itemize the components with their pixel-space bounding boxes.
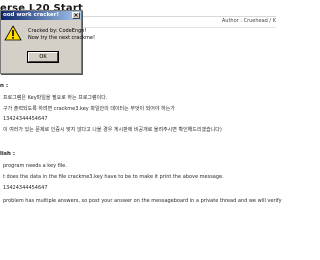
korean-heading: n : xyxy=(0,83,9,89)
author-label: Author : Cruehead / K xyxy=(221,18,276,24)
korean-line-1: 프로그램은 Key파일을 필요로 하는 프로그램이다. xyxy=(3,95,108,101)
english-line-1: program needs a key file. xyxy=(3,163,67,169)
english-heading: lish : xyxy=(0,151,16,157)
dialog-message-line1: Cracked by: CodeEngn! xyxy=(28,28,87,34)
korean-line-2: 구가 출력되도록 하려면 crackme3.key 파일안의 데이터는 무엇이 … xyxy=(3,106,175,112)
message-dialog: ood work cracker! × Cracked by: CodeEngn… xyxy=(0,10,95,74)
dialog-title: ood work cracker! xyxy=(3,12,59,18)
warning-icon xyxy=(4,25,22,41)
ok-button[interactable]: OK xyxy=(27,51,59,63)
english-line-2: t does the data in the file crackme3.key… xyxy=(3,174,224,180)
english-serial: 13424344454647 xyxy=(3,185,48,191)
close-icon[interactable]: × xyxy=(72,12,80,19)
english-line-4: problem has multiple answers, so post yo… xyxy=(3,198,282,204)
korean-line-4: 이 여러가 있는 문제로 인증시 맞지 않다고 나올 경우 게시판에 비공개로 … xyxy=(3,127,222,133)
dialog-message-line2: Now try the next crackme! xyxy=(28,35,95,41)
korean-serial: 13424344454647 xyxy=(3,116,48,122)
page-container: erse L20 Start Author : Cruehead / K ood… xyxy=(0,0,282,260)
dialog-titlebar[interactable]: ood work cracker! × xyxy=(1,11,81,20)
